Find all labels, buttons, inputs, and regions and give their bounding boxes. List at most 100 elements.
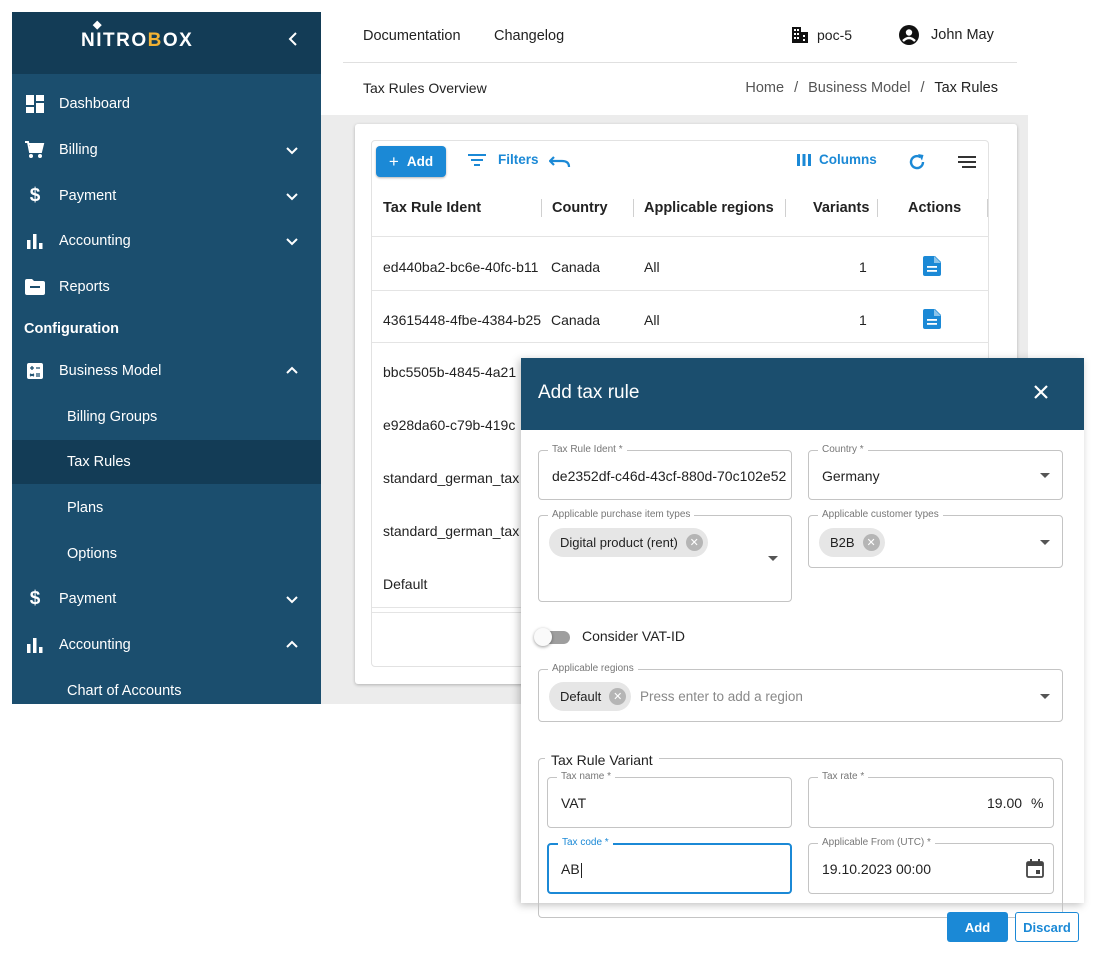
dialog-add-button[interactable]: Add — [947, 912, 1008, 942]
sub-header: Tax Rules Overview Home / Business Model… — [321, 63, 1028, 115]
regions-placeholder[interactable]: Press enter to add a region — [640, 689, 803, 704]
tax-code-field[interactable]: Tax code * AB — [547, 837, 792, 894]
sidebar-item-accounting-config[interactable]: Accounting — [12, 623, 321, 667]
sidebar-item-label: Business Model — [59, 363, 162, 379]
documentation-link[interactable]: Documentation — [363, 28, 461, 44]
sidebar-item-label: Chart of Accounts — [67, 683, 182, 699]
close-icon[interactable] — [1031, 382, 1051, 402]
sidebar-item-tax-rules[interactable]: Tax Rules — [12, 440, 321, 484]
table-cell-ident[interactable]: ed440ba2-bc6e-40fc-b11 — [383, 259, 543, 275]
tax-rate-unit: % — [1031, 795, 1044, 811]
customer-types-select[interactable]: Applicable customer types B2B ✕ — [808, 509, 1063, 568]
sidebar-item-dashboard[interactable]: Dashboard — [12, 82, 321, 126]
sidebar-item-billing[interactable]: Billing — [12, 128, 321, 172]
row-divider — [372, 290, 989, 291]
sidebar-item-chart-of-accounts[interactable]: Chart of Accounts — [12, 669, 321, 704]
dropdown-arrow-icon[interactable] — [1040, 540, 1050, 545]
document-icon[interactable] — [923, 256, 941, 276]
table-cell-ident[interactable]: Default — [383, 576, 521, 592]
field-value: Germany — [822, 468, 880, 484]
columns-button[interactable]: Columns — [797, 152, 877, 167]
sidebar-header: ◆ NITROBOX — [12, 12, 321, 74]
chevron-up-icon — [286, 366, 298, 374]
country-select[interactable]: Country * Germany — [808, 444, 1063, 500]
chip-remove-icon[interactable]: ✕ — [685, 534, 703, 551]
calendar-icon[interactable] — [1026, 859, 1044, 878]
document-icon[interactable] — [923, 309, 941, 329]
chip-remove-icon[interactable]: ✕ — [609, 688, 627, 705]
column-separator[interactable] — [541, 199, 542, 217]
sidebar-item-payment[interactable]: $ Payment — [12, 174, 321, 218]
sidebar-item-label: Reports — [59, 279, 110, 295]
refresh-icon — [909, 154, 925, 170]
column-separator[interactable] — [633, 199, 634, 217]
bar-chart-icon — [25, 231, 45, 251]
dialog-discard-button[interactable]: Discard — [1015, 912, 1079, 942]
table-cell-ident[interactable]: standard_german_tax — [383, 523, 521, 539]
organization-name: poc-5 — [817, 27, 853, 43]
breadcrumb-business-model[interactable]: Business Model — [808, 80, 910, 96]
breadcrumb: Home / Business Model / Tax Rules — [745, 80, 998, 96]
chevron-left-icon — [288, 32, 297, 46]
sidebar-item-billing-groups[interactable]: Billing Groups — [12, 395, 321, 439]
dollar-icon: $ — [29, 185, 41, 206]
view-column-icon — [797, 153, 811, 166]
field-value: 19.10.2023 00:00 — [822, 861, 931, 877]
calculator-icon — [25, 361, 45, 381]
dropdown-arrow-icon[interactable] — [1040, 473, 1050, 478]
dropdown-arrow-icon[interactable] — [1040, 694, 1050, 699]
field-label: Applicable From (UTC) * — [818, 837, 935, 849]
applicable-regions-select[interactable]: Applicable regions Default ✕ Press enter… — [538, 663, 1063, 722]
sidebar: ◆ NITROBOX Dashboard Billing $ Payment A… — [12, 12, 321, 704]
undo-icon — [549, 156, 571, 168]
filters-button[interactable]: Filters — [468, 152, 539, 167]
sidebar-item-business-model[interactable]: Business Model — [12, 349, 321, 393]
consider-vat-toggle[interactable] — [534, 628, 572, 646]
sidebar-item-options[interactable]: Options — [12, 532, 321, 576]
sidebar-item-accounting[interactable]: Accounting — [12, 219, 321, 263]
chip-digital-product: Digital product (rent) ✕ — [549, 528, 708, 557]
refresh-button[interactable] — [908, 153, 926, 171]
sidebar-item-label: Payment — [59, 188, 117, 204]
table-cell-ident[interactable]: 43615448-4fbe-4384-b25 — [383, 312, 543, 328]
sidebar-item-reports[interactable]: Reports — [12, 265, 321, 309]
add-tax-rule-button[interactable]: + Add — [376, 146, 446, 177]
table-cell-ident[interactable]: bbc5505b-4845-4a21 — [383, 364, 521, 380]
column-header-country[interactable]: Country — [552, 200, 608, 216]
breadcrumb-home[interactable]: Home — [745, 80, 784, 96]
sidebar-item-label: Accounting — [59, 637, 131, 653]
tax-name-field[interactable]: Tax name * VAT — [547, 771, 792, 828]
column-separator[interactable] — [785, 199, 786, 217]
column-separator — [987, 199, 988, 217]
column-header-variants[interactable]: Variants — [813, 200, 869, 216]
column-header-actions: Actions — [908, 200, 962, 216]
chip-remove-icon[interactable]: ✕ — [862, 534, 880, 551]
collapse-sidebar-button[interactable] — [288, 32, 298, 51]
density-button[interactable] — [958, 156, 976, 168]
sidebar-item-payment-config[interactable]: $ Payment — [12, 577, 321, 621]
field-value: 19.00 — [987, 795, 1023, 811]
field-value: AB — [561, 861, 582, 878]
nitrobox-logo[interactable]: ◆ NITROBOX — [81, 19, 193, 52]
purchase-item-types-select[interactable]: Applicable purchase item types Digital p… — [538, 509, 792, 602]
table-cell-ident[interactable]: standard_german_tax — [383, 470, 521, 486]
sidebar-item-plans[interactable]: Plans — [12, 486, 321, 530]
table-cell-ident[interactable]: e928da60-c79b-419c — [383, 417, 521, 433]
dropdown-arrow-icon[interactable] — [768, 556, 778, 561]
user-menu[interactable]: John May — [899, 25, 994, 45]
tax-rule-ident-field[interactable]: Tax Rule Ident * de2352df-c46d-43cf-880d… — [538, 444, 792, 500]
field-label: Tax code * — [558, 837, 613, 849]
tax-rate-field[interactable]: Tax rate * 19.00 % — [808, 771, 1054, 828]
sidebar-item-label: Options — [67, 546, 117, 562]
sidebar-item-label: Accounting — [59, 233, 131, 249]
column-separator[interactable] — [877, 199, 878, 217]
account-circle-icon — [899, 25, 919, 45]
column-header-ident[interactable]: Tax Rule Ident — [383, 200, 481, 216]
applicable-from-field[interactable]: Applicable From (UTC) * 19.10.2023 00:00 — [808, 837, 1054, 894]
changelog-link[interactable]: Changelog — [494, 28, 564, 44]
column-header-regions[interactable]: Applicable regions — [644, 200, 774, 216]
flame-icon: ◆ — [93, 19, 103, 31]
reset-filters-button[interactable] — [549, 154, 571, 168]
organization-selector[interactable]: poc-5 — [791, 26, 852, 44]
chevron-down-icon — [286, 596, 298, 604]
